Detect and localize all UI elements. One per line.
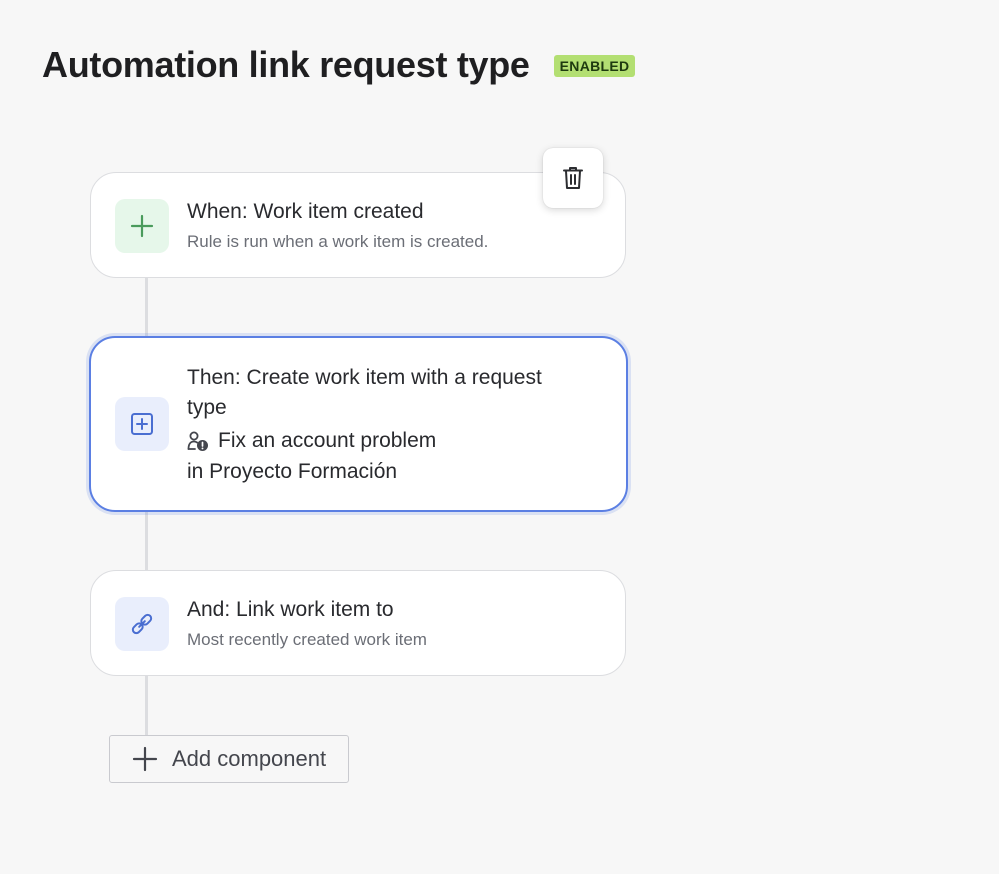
add-component-button[interactable]: Add component [109,735,349,783]
trigger-title: When: Work item created [187,200,424,223]
add-square-icon [115,397,169,451]
request-type-name: Fix an account problem [218,429,437,452]
connector-line [145,675,148,735]
title-row: Automation link request type ENABLED [42,42,636,88]
status-badge: ENABLED [553,55,636,77]
page-title: Automation link request type [42,44,530,85]
plus-icon [132,746,158,772]
link-icon [115,597,169,651]
branch-card[interactable]: And: Link work item to Most recently cre… [90,570,626,676]
trigger-description: Rule is run when a work item is created. [187,232,489,251]
trash-icon [561,165,585,191]
action-card[interactable]: Then: Create work item with a request ty… [89,336,628,512]
branch-description: Most recently created work item [187,630,427,649]
request-type-line: Fix an account problem [187,426,436,456]
action-title-line2: type [187,396,227,419]
user-alert-icon [187,430,209,452]
delete-button[interactable] [543,148,603,208]
connector-line [145,512,148,571]
automation-rule-page: Automation link request type ENABLED Whe… [0,0,999,874]
branch-title: And: Link work item to [187,598,394,621]
connector-line [145,277,148,337]
plus-icon [115,199,169,253]
action-project: in Proyecto Formación [187,460,398,483]
action-title-line1: Then: Create work item with a request [187,366,542,389]
add-component-label: Add component [172,746,327,771]
